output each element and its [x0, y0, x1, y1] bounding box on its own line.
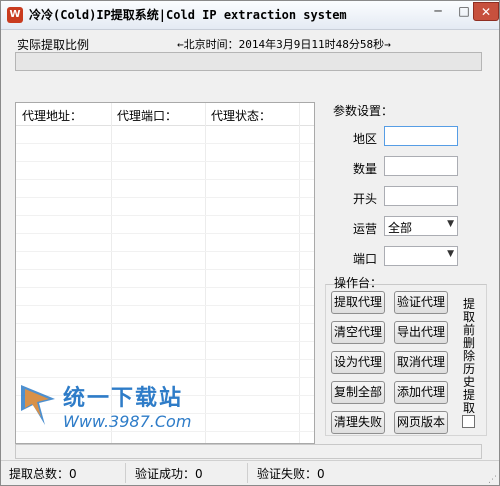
table-row-line — [16, 197, 314, 198]
column-header-port[interactable]: 代理端口： — [117, 107, 177, 124]
prefix-label: 开头 — [353, 192, 378, 206]
carrier-select[interactable]: 全部 ▼ — [384, 216, 458, 236]
table-row-line — [16, 251, 314, 252]
prefix-input[interactable] — [384, 186, 458, 206]
watermark-url: Www.3987.Com — [63, 412, 192, 431]
clear-history-label: 提取前删除历史提取 — [462, 297, 475, 415]
clean-failed-button[interactable]: 清理失败 — [331, 411, 385, 434]
resize-grip-icon[interactable]: ⋰ — [488, 475, 497, 485]
table-row-line — [16, 287, 314, 288]
column-header-status[interactable]: 代理状态： — [211, 107, 271, 124]
table-row-line — [16, 359, 314, 360]
status-bar: 提取总数：0 验证成功：0 验证失败：0 ⋰ — [1, 460, 499, 485]
add-proxy-button[interactable]: 添加代理 — [394, 381, 448, 404]
table-row-line — [16, 377, 314, 378]
region-label: 地区 — [353, 132, 378, 146]
table-row-line — [16, 233, 314, 234]
table-row-line — [16, 143, 314, 144]
chevron-down-icon: ▼ — [447, 249, 454, 259]
set-proxy-button[interactable]: 设为代理 — [331, 351, 385, 374]
ratio-label: 实际提取比例 — [17, 38, 90, 52]
operations-title: 操作台： — [334, 276, 383, 290]
table-row-line — [16, 305, 314, 306]
carrier-select-value: 全部 — [388, 221, 413, 235]
copy-all-button[interactable]: 复制全部 — [331, 381, 385, 404]
export-proxy-button[interactable]: 导出代理 — [394, 321, 448, 344]
watermark-logo-icon — [21, 385, 55, 425]
quantity-input[interactable] — [384, 156, 458, 176]
app-icon: W — [7, 7, 23, 23]
horizontal-scrollbar[interactable] — [15, 444, 482, 459]
cancel-proxy-button[interactable]: 取消代理 — [394, 351, 448, 374]
clear-proxy-button[interactable]: 清空代理 — [331, 321, 385, 344]
carrier-label: 运营 — [353, 222, 378, 236]
column-header-address[interactable]: 代理地址： — [22, 107, 82, 124]
column-divider — [299, 103, 300, 443]
status-divider — [247, 463, 248, 483]
status-success: 验证成功：0 — [135, 467, 203, 481]
table-row-line — [16, 215, 314, 216]
status-total: 提取总数：0 — [9, 467, 77, 481]
params-title: 参数设置： — [333, 104, 394, 118]
watermark-brand: 统一下载站 — [63, 386, 184, 411]
chevron-down-icon: ▼ — [447, 219, 454, 229]
beijing-clock: ←北京时间：2014年3月9日11时48分58秒→ — [177, 38, 391, 51]
table-row-line — [16, 341, 314, 342]
status-failed: 验证失败：0 — [257, 467, 325, 481]
port-label: 端口 — [353, 252, 378, 266]
quantity-label: 数量 — [353, 162, 378, 176]
table-row-line — [16, 161, 314, 162]
app-window: W 冷冷(Cold)IP提取系统|Cold IP extraction syst… — [0, 0, 500, 486]
region-input[interactable] — [384, 126, 458, 146]
table-header: 代理地址： 代理端口： 代理状态： — [16, 103, 314, 126]
clear-history-checkbox[interactable] — [462, 415, 475, 428]
close-button[interactable]: ✕ — [473, 2, 499, 21]
extract-proxy-button[interactable]: 提取代理 — [331, 291, 385, 314]
table-row-line — [16, 179, 314, 180]
watermark: 统一下载站 Www.3987.Com — [19, 379, 219, 441]
table-row-line — [16, 323, 314, 324]
port-select[interactable]: ▼ — [384, 246, 458, 266]
table-row-line — [16, 269, 314, 270]
verify-proxy-button[interactable]: 验证代理 — [394, 291, 448, 314]
window-title: 冷冷(Cold)IP提取系统|Cold IP extraction system — [29, 8, 347, 22]
extraction-progress-bar — [15, 52, 482, 71]
minimize-button[interactable]: ─ — [425, 2, 451, 21]
title-bar[interactable]: W 冷冷(Cold)IP提取系统|Cold IP extraction syst… — [1, 1, 499, 30]
status-divider — [125, 463, 126, 483]
web-version-button[interactable]: 网页版本 — [394, 411, 448, 434]
